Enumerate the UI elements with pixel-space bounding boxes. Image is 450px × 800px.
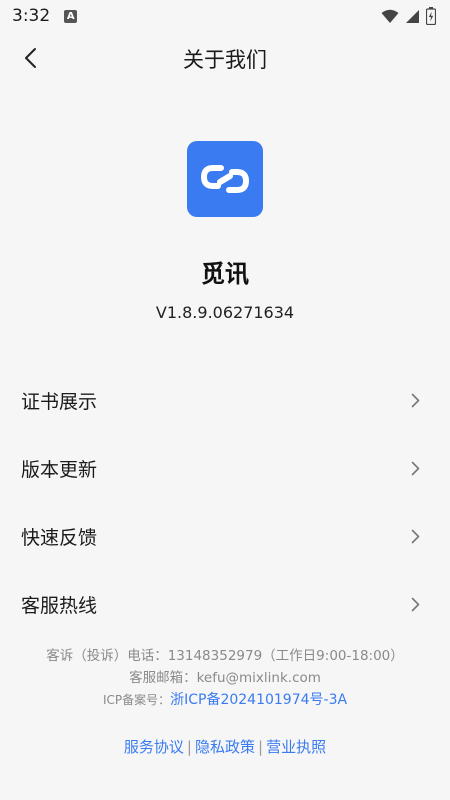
status-time: 3:32 (12, 6, 51, 26)
menu-item-customer-hotline[interactable]: 客服热线 (0, 570, 450, 638)
legal-links: 服务协议 | 隐私政策 | 营业执照 (0, 736, 450, 757)
battery-icon (426, 7, 436, 25)
signal-icon (405, 9, 420, 24)
app-header: 关于我们 (0, 34, 450, 82)
service-agreement-link[interactable]: 服务协议 (124, 738, 184, 756)
page-title: 关于我们 (183, 48, 267, 72)
menu-item-version-update[interactable]: 版本更新 (0, 434, 450, 502)
app-version: V1.8.9.06271634 (155, 303, 295, 322)
footer-info: 客诉（投诉）电话：13148352979（工作日9:00-18:00） 客服邮箱… (0, 645, 450, 711)
menu-item-label: 版本更新 (21, 458, 98, 481)
status-bar: 3:32 A (0, 0, 450, 32)
icp-label: ICP备案号： (102, 693, 171, 707)
business-license-link[interactable]: 营业执照 (266, 738, 326, 756)
support-email-text: 客服邮箱：kefu@mixlink.com (129, 670, 321, 686)
menu-item-certificates[interactable]: 证书展示 (0, 366, 450, 434)
settings-menu: 证书展示 版本更新 快速反馈 客服热线 (0, 366, 450, 638)
chevron-right-icon (411, 393, 420, 408)
chevron-right-icon (411, 461, 420, 476)
link-separator: | (258, 738, 264, 756)
privacy-policy-link[interactable]: 隐私政策 (195, 738, 255, 756)
menu-item-label: 证书展示 (21, 390, 98, 413)
notification-app-icon: A (64, 9, 78, 23)
app-logo (187, 141, 263, 217)
icp-number-link[interactable]: 浙ICP备2024101974号-3A (170, 692, 347, 708)
menu-item-label: 客服热线 (21, 594, 98, 617)
app-name: 觅讯 (201, 260, 249, 288)
menu-item-feedback[interactable]: 快速反馈 (0, 502, 450, 570)
wifi-icon (381, 9, 399, 24)
chevron-right-icon (411, 597, 420, 612)
link-separator: | (186, 738, 192, 756)
icp-record: ICP备案号：浙ICP备2024101974号-3A (0, 689, 450, 711)
link-icon (200, 165, 250, 193)
menu-item-label: 快速反馈 (21, 526, 98, 549)
complaint-phone-text: 客诉（投诉）电话：13148352979（工作日9:00-18:00） (46, 648, 404, 664)
chevron-right-icon (411, 529, 420, 544)
